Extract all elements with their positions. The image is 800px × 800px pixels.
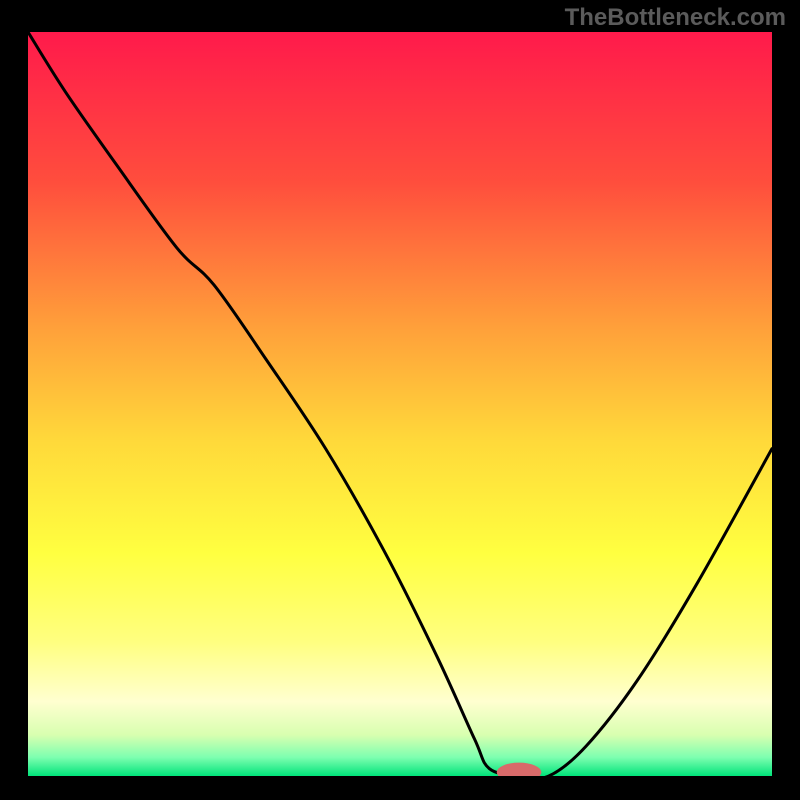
bottleneck-chart — [28, 32, 772, 776]
chart-background — [28, 32, 772, 776]
chart-container: TheBottleneck.com — [0, 0, 800, 800]
watermark-label: TheBottleneck.com — [565, 4, 786, 32]
